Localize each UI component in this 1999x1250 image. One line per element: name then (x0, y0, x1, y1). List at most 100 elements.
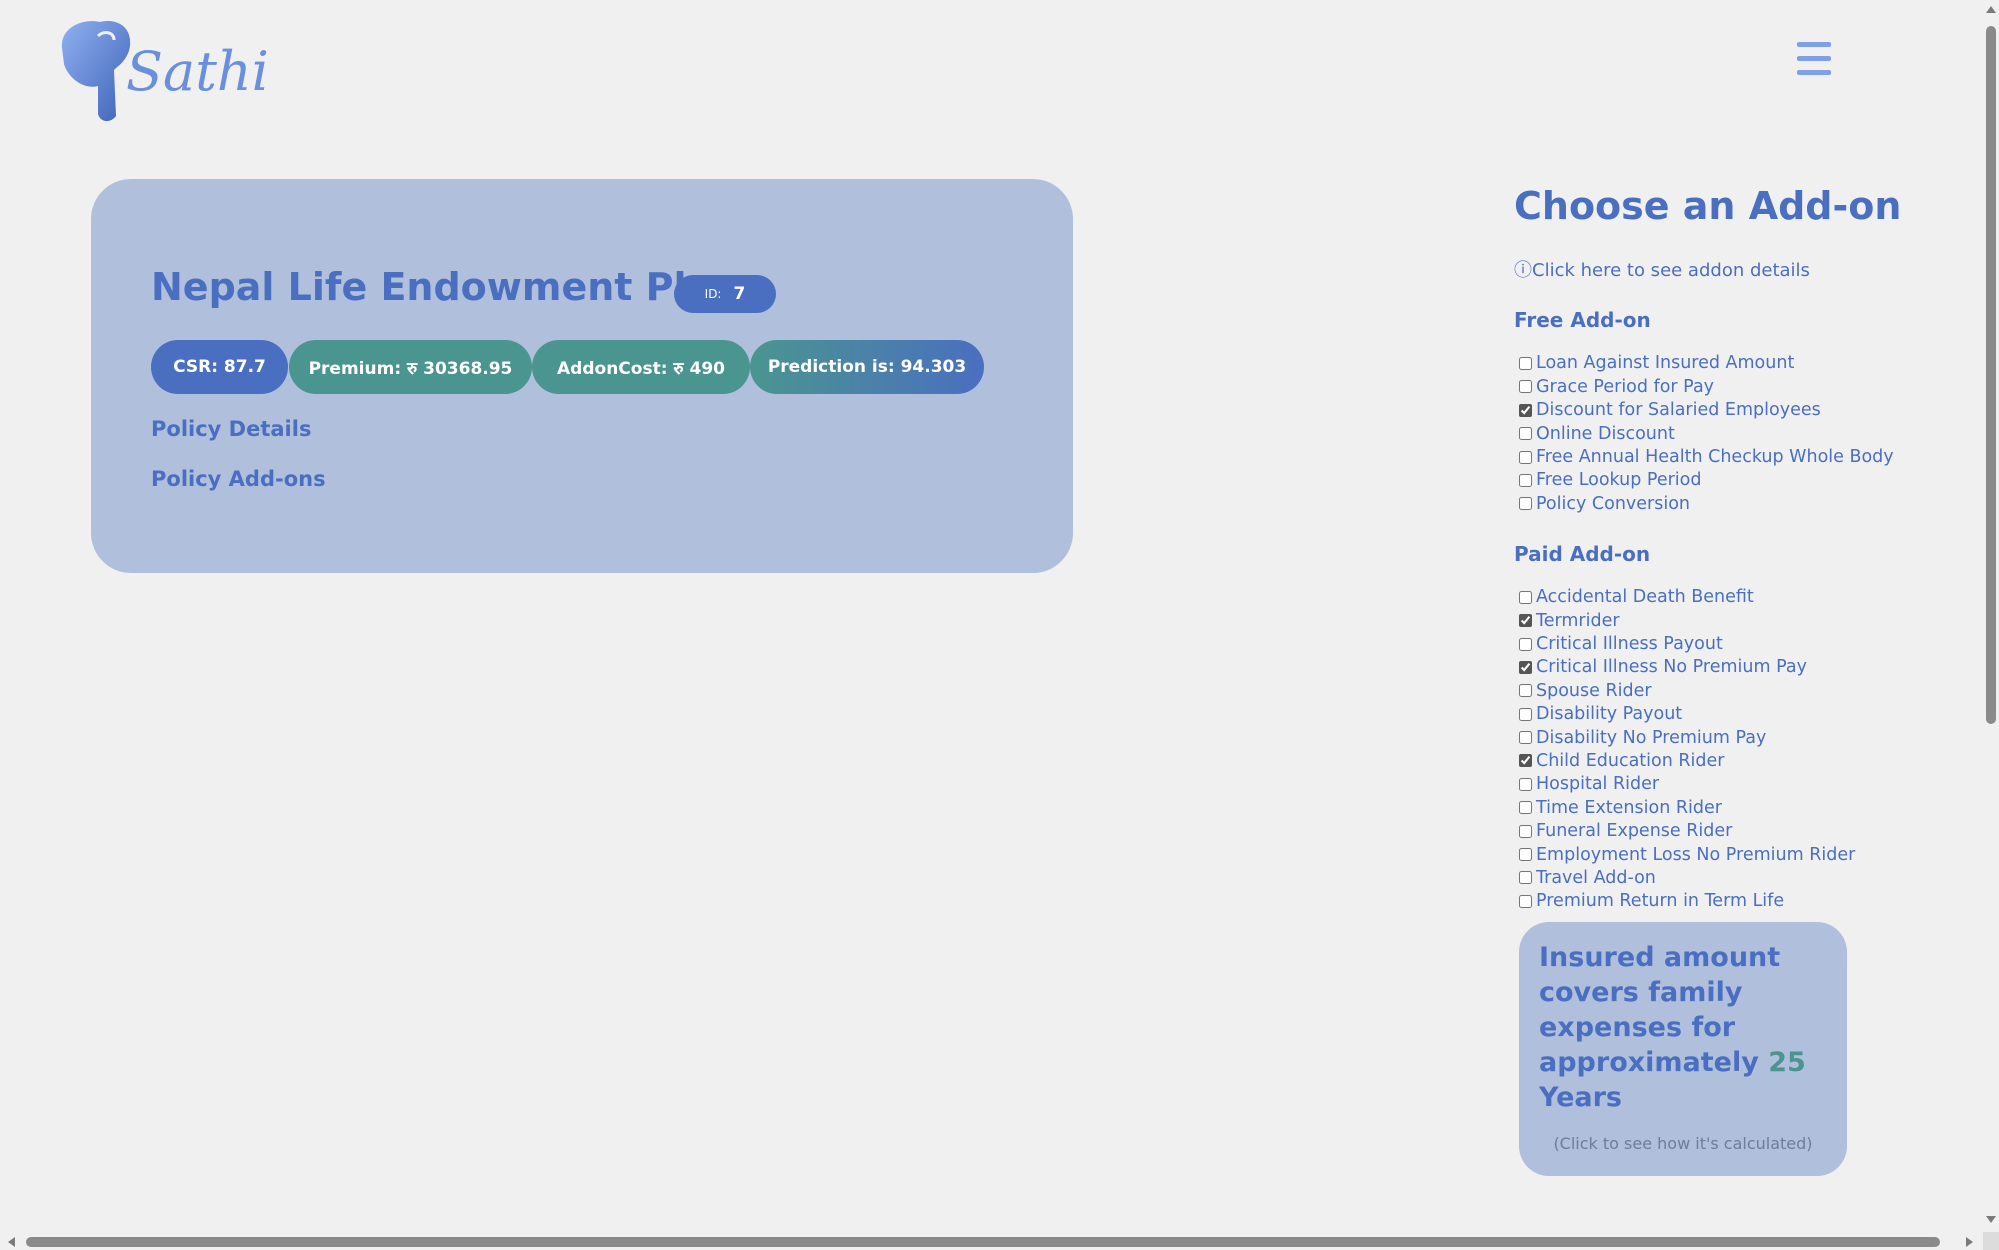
paid-addon-label: Funeral Expense Rider (1536, 821, 1733, 842)
paid-addon-label: Time Extension Rider (1536, 797, 1722, 818)
prediction-pill: Prediction is: 94.303 (750, 340, 984, 394)
free-addon-checkbox[interactable] (1519, 497, 1532, 511)
paid-addon-item[interactable]: Employment Loss No Premium Rider (1514, 843, 1954, 866)
free-addon-heading: Free Add-on (1514, 307, 1651, 332)
paid-addon-checkbox[interactable] (1519, 871, 1532, 885)
coverage-card[interactable]: Insured amount covers family expenses fo… (1519, 922, 1847, 1176)
free-addon-label: Grace Period for Pay (1536, 376, 1715, 397)
paid-addon-label: Critical Illness No Premium Pay (1536, 657, 1807, 678)
paid-addon-label: Premium Return in Term Life (1536, 891, 1785, 912)
paid-addon-heading: Paid Add-on (1514, 541, 1651, 566)
coverage-text: Insured amount covers family expenses fo… (1539, 940, 1839, 1115)
paid-addon-checkbox[interactable] (1519, 894, 1532, 908)
paid-addon-item[interactable]: Accidental Death Benefit (1514, 586, 1954, 609)
scroll-left-icon[interactable] (8, 1237, 15, 1247)
coverage-calculation-link[interactable]: (Click to see how it's calculated) (1519, 1134, 1847, 1153)
addon-cost-pill: AddonCost: रु 490 (532, 340, 750, 394)
paid-addon-checkbox[interactable] (1519, 684, 1532, 698)
paid-addon-checkbox[interactable] (1519, 801, 1532, 815)
plan-id-value: 7 (733, 284, 746, 304)
scroll-down-icon[interactable] (1986, 1216, 1996, 1223)
free-addon-checkbox[interactable] (1519, 356, 1532, 370)
paid-addon-item[interactable]: Disability No Premium Pay (1514, 726, 1954, 749)
policy-details-link[interactable]: Policy Details (151, 417, 311, 441)
paid-addon-checkbox[interactable] (1519, 614, 1532, 628)
paid-addon-item[interactable]: Disability Payout (1514, 702, 1954, 725)
paid-addon-list: Accidental Death Benefit Termrider Critica… (1514, 586, 1954, 913)
paid-addon-label: Child Education Rider (1536, 750, 1725, 771)
free-addon-label: Free Lookup Period (1536, 470, 1702, 491)
paid-addon-checkbox[interactable] (1519, 707, 1532, 721)
paid-addon-checkbox[interactable] (1519, 660, 1532, 674)
sathi-logo[interactable]: Sathi (58, 14, 269, 124)
paid-addon-label: Spouse Rider (1536, 680, 1652, 701)
plan-title: Nepal Life Endowment Plan (151, 265, 740, 309)
paid-addon-item[interactable]: Critical Illness No Premium Pay (1514, 656, 1954, 679)
vertical-scroll-thumb[interactable] (1986, 26, 1996, 724)
horizontal-scrollbar[interactable] (0, 1233, 1983, 1250)
paid-addon-item[interactable]: Child Education Rider (1514, 749, 1954, 772)
paid-addon-item[interactable]: Travel Add-on (1514, 866, 1954, 889)
free-addon-label: Discount for Salaried Employees (1536, 400, 1821, 421)
scrollbar-corner (1983, 1232, 1999, 1250)
menu-icon[interactable] (1797, 42, 1831, 82)
coverage-statement: Insured amount covers family expenses fo… (1539, 942, 1781, 1078)
paid-addon-label: Employment Loss No Premium Rider (1536, 844, 1856, 865)
paid-addon-label: Disability Payout (1536, 704, 1683, 725)
free-addon-label: Free Annual Health Checkup Whole Body (1536, 447, 1894, 468)
paid-addon-label: Termrider (1536, 610, 1620, 631)
addon-panel: Choose an Add-on ⓘClick here to see addo… (1514, 180, 1954, 913)
paid-addon-item[interactable]: Time Extension Rider (1514, 796, 1954, 819)
vertical-scrollbar[interactable] (1983, 0, 1999, 1232)
paid-addon-label: Accidental Death Benefit (1536, 587, 1754, 608)
paid-addon-checkbox[interactable] (1519, 754, 1532, 768)
paid-addon-checkbox[interactable] (1519, 848, 1532, 862)
paid-addon-item[interactable]: Premium Return in Term Life (1514, 890, 1954, 913)
free-addon-checkbox[interactable] (1519, 380, 1532, 394)
premium-pill: Premium: रु 30368.95 (289, 340, 532, 394)
free-addon-checkbox[interactable] (1519, 450, 1532, 464)
paid-addon-item[interactable]: Termrider (1514, 609, 1954, 632)
paid-addon-checkbox[interactable] (1519, 731, 1532, 745)
paid-addon-item[interactable]: Funeral Expense Rider (1514, 819, 1954, 842)
free-addon-checkbox[interactable] (1519, 427, 1532, 441)
paid-addon-checkbox[interactable] (1519, 824, 1532, 838)
free-addon-checkbox[interactable] (1519, 473, 1532, 487)
paid-addon-item[interactable]: Critical Illness Payout (1514, 632, 1954, 655)
free-addon-label: Online Discount (1536, 423, 1675, 444)
paid-addon-checkbox[interactable] (1519, 777, 1532, 791)
coverage-years-unit: Years (1539, 1082, 1622, 1113)
policy-addons-link[interactable]: Policy Add-ons (151, 467, 326, 491)
free-addon-item[interactable]: Grace Period for Pay (1514, 375, 1954, 398)
paid-addon-item[interactable]: Spouse Rider (1514, 679, 1954, 702)
csr-pill: CSR: 87.7 (151, 340, 288, 394)
free-addon-item[interactable]: Free Lookup Period (1514, 469, 1954, 492)
free-addon-item[interactable]: Loan Against Insured Amount (1514, 352, 1954, 375)
plan-card: Nepal Life Endowment Plan ID: 7 CSR: 87.… (91, 179, 1073, 573)
paid-addon-label: Disability No Premium Pay (1536, 727, 1767, 748)
free-addon-item[interactable]: Online Discount (1514, 422, 1954, 445)
free-addon-label: Loan Against Insured Amount (1536, 353, 1795, 374)
paid-addon-label: Travel Add-on (1536, 867, 1656, 888)
plan-id-badge: ID: 7 (674, 275, 776, 313)
free-addon-item[interactable]: Discount for Salaried Employees (1514, 399, 1954, 422)
free-addon-label: Policy Conversion (1536, 493, 1691, 514)
free-addon-list: Loan Against Insured Amount Grace Period … (1514, 352, 1954, 516)
paid-addon-item[interactable]: Hospital Rider (1514, 773, 1954, 796)
scroll-up-icon[interactable] (1986, 6, 1996, 13)
coverage-years-value: 25 (1768, 1047, 1806, 1078)
paid-addon-checkbox[interactable] (1519, 590, 1532, 604)
addon-title: Choose an Add-on (1514, 184, 1902, 228)
paid-addon-label: Hospital Rider (1536, 774, 1660, 795)
logo-text: Sathi (126, 40, 268, 103)
addon-details-link[interactable]: ⓘClick here to see addon details (1514, 256, 1954, 282)
scroll-right-icon[interactable] (1966, 1237, 1973, 1247)
paid-addon-label: Critical Illness Payout (1536, 634, 1723, 654)
paid-addon-checkbox[interactable] (1519, 637, 1532, 651)
horizontal-scroll-thumb[interactable] (26, 1237, 1940, 1247)
plan-id-label: ID: (704, 287, 722, 301)
free-addon-item[interactable]: Free Annual Health Checkup Whole Body (1514, 445, 1954, 468)
elephant-logo-icon: Sathi (61, 21, 269, 122)
free-addon-item[interactable]: Policy Conversion (1514, 492, 1954, 515)
free-addon-checkbox[interactable] (1519, 403, 1532, 417)
